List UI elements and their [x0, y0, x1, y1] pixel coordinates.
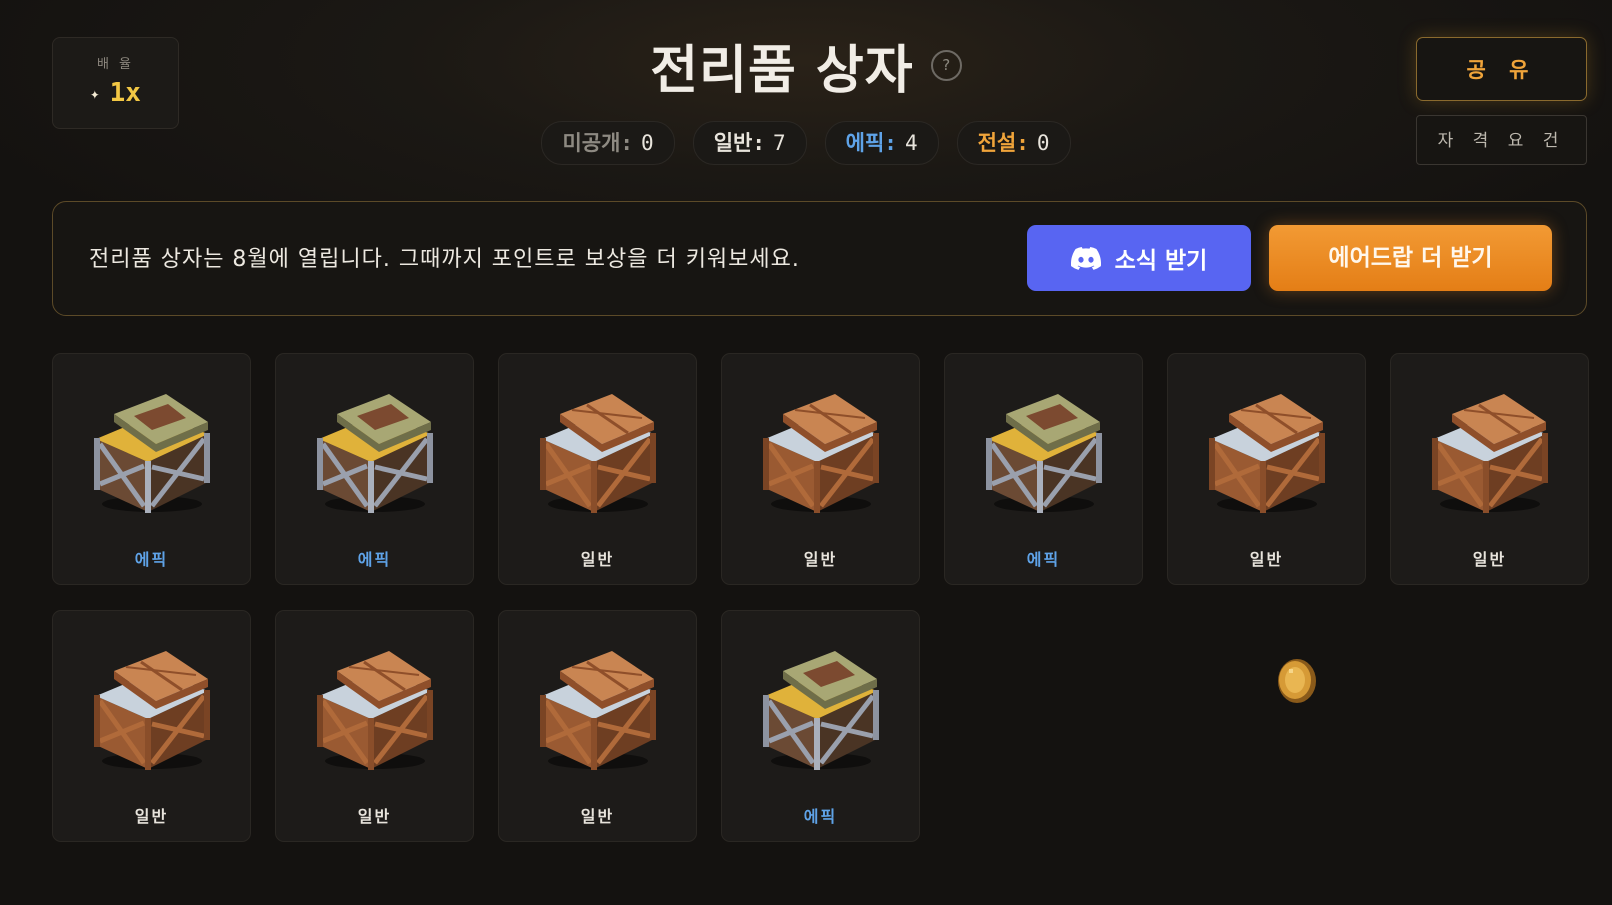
chest-card[interactable]: 일반	[498, 353, 697, 585]
banner-text: 전리품 상자는 8월에 열립니다. 그때까지 포인트로 보상을 더 키워보세요.	[89, 247, 800, 272]
chest-rarity-label: 에픽	[134, 550, 169, 569]
chest-rarity-label: 일반	[1249, 550, 1284, 569]
epic-chest-icon	[986, 394, 1102, 513]
chest-rarity-label: 에픽	[803, 807, 838, 826]
chest-card[interactable]: 에픽	[275, 353, 474, 585]
common-chest-icon	[1432, 394, 1548, 513]
epic-chest-icon	[763, 651, 879, 770]
chest-card[interactable]: 에픽	[721, 610, 920, 842]
chest-card[interactable]: 일반	[275, 610, 474, 842]
epic-chest-icon	[94, 394, 210, 513]
chest-rarity-label: 일반	[134, 807, 169, 826]
chest-rarity-label: 일반	[1472, 550, 1507, 569]
share-button[interactable]: 공 유	[1416, 37, 1587, 101]
stat-label: 에픽:	[845, 131, 897, 155]
common-chest-icon	[1209, 394, 1325, 513]
chest-rarity-label: 일반	[357, 807, 392, 826]
page-title: 전리품 상자	[650, 41, 914, 101]
requirements-button[interactable]: 자 격 요 건	[1416, 115, 1587, 165]
coin-icon	[1278, 659, 1316, 703]
stat-pill: 에픽: 4	[824, 121, 939, 165]
stat-value: 0	[641, 131, 654, 155]
chest-card[interactable]: 일반	[52, 610, 251, 842]
chest-card[interactable]: 에픽	[944, 353, 1143, 585]
discord-news-button[interactable]: 소식 받기	[1027, 225, 1251, 291]
chest-rarity-label: 일반	[803, 550, 838, 569]
stat-label: 일반:	[713, 131, 765, 155]
chest-rarity-label: 일반	[580, 550, 615, 569]
chest-rarity-label: 일반	[580, 807, 615, 826]
stat-pill: 전설: 0	[956, 121, 1071, 165]
stat-label: 전설:	[977, 131, 1029, 155]
stat-value: 0	[1036, 131, 1050, 155]
chest-card[interactable]: 일반	[498, 610, 697, 842]
epic-chest-icon	[317, 394, 433, 513]
stat-pill: 일반: 7	[692, 121, 807, 165]
stat-pill: 미공개: 0	[541, 121, 675, 165]
discord-button-label: 소식 받기	[1114, 248, 1208, 274]
discord-icon	[1070, 246, 1101, 270]
more-airdrop-button[interactable]: 에어드랍 더 받기	[1269, 225, 1552, 291]
chest-card[interactable]: 에픽	[52, 353, 251, 585]
common-chest-icon	[540, 394, 656, 513]
common-chest-icon	[763, 394, 879, 513]
common-chest-icon	[94, 651, 210, 770]
title-row: 전리품 상자 ?	[0, 28, 1612, 103]
chest-card[interactable]: 일반	[1167, 353, 1366, 585]
help-icon[interactable]: ?	[930, 50, 962, 81]
common-chest-icon	[317, 651, 433, 770]
stat-value: 4	[904, 131, 918, 155]
chest-card[interactable]: 일반	[721, 353, 920, 585]
chest-card[interactable]: 일반	[1390, 353, 1589, 585]
rarity-stats: 미공개: 0 일반: 7 에픽: 4 전설: 0	[0, 121, 1612, 165]
chest-rarity-label: 에픽	[357, 550, 392, 569]
stat-label: 미공개:	[562, 131, 634, 155]
common-chest-icon	[540, 651, 656, 770]
notice-banner: 전리품 상자는 8월에 열립니다. 그때까지 포인트로 보상을 더 키워보세요.…	[52, 201, 1587, 316]
stat-value: 7	[773, 131, 786, 155]
chest-rarity-label: 에픽	[1026, 550, 1061, 569]
